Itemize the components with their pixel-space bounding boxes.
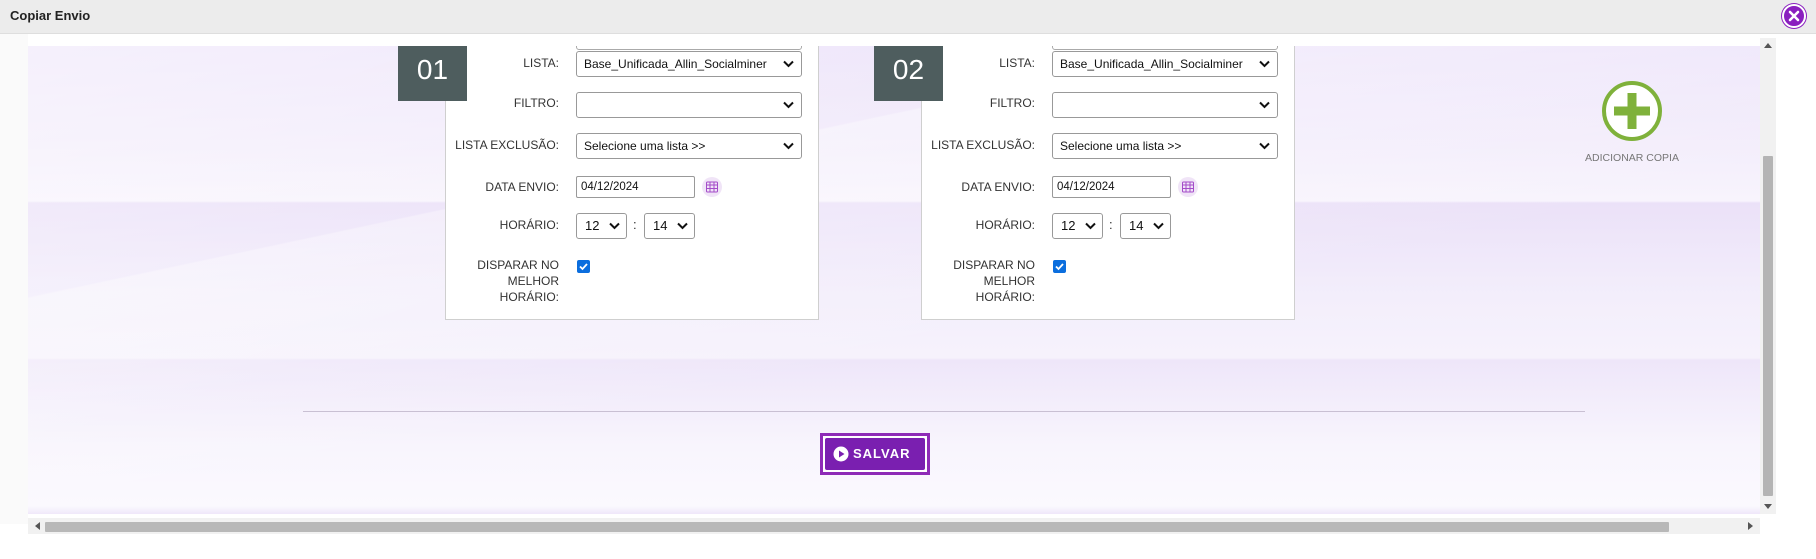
lista-exclusao-select-value: Selecione uma lista >> (1060, 139, 1182, 153)
chevron-down-icon (783, 142, 794, 150)
data-envio-input[interactable]: 04/12/2024 (576, 176, 695, 198)
copy-card-1: 01 LISTA: Base_Unificada_Allin_Socialmin… (398, 46, 819, 320)
save-button[interactable]: SALVAR (825, 438, 925, 470)
minuto-select[interactable]: 14 (1120, 213, 1171, 239)
calendar-icon (1182, 181, 1194, 193)
add-copy-label: ADICIONAR COPIA (1585, 152, 1679, 164)
calendar-button[interactable] (702, 177, 722, 197)
chevron-down-icon (783, 60, 794, 68)
dialog-content: 01 LISTA: Base_Unificada_Allin_Socialmin… (28, 46, 1760, 514)
lista-label: LISTA: (999, 56, 1035, 70)
disparar-label: DISPARAR NO MELHOR HORÁRIO: (953, 258, 1035, 304)
scroll-left-arrow-icon[interactable] (34, 522, 40, 530)
lista-exclusao-select[interactable]: Selecione uma lista >> (576, 133, 802, 159)
data-envio-label: DATA ENVIO: (961, 180, 1035, 194)
minuto-select-value: 14 (653, 218, 668, 233)
vertical-scrollbar[interactable] (1760, 38, 1776, 514)
lista-select-value: Base_Unificada_Allin_Socialminer (1060, 57, 1243, 71)
copy-number-badge: 02 (874, 46, 943, 101)
play-circle-icon (833, 446, 849, 462)
disparar-label: DISPARAR NO MELHOR HORÁRIO: (477, 258, 559, 304)
filtro-select[interactable] (1052, 92, 1278, 118)
scroll-up-arrow-icon[interactable] (1764, 42, 1772, 48)
cut-off-field (1052, 46, 1278, 50)
scroll-down-arrow-icon[interactable] (1764, 504, 1772, 510)
hora-select[interactable]: 12 (576, 213, 627, 239)
chevron-down-icon (1259, 60, 1270, 68)
horizontal-scrollbar[interactable] (28, 518, 1760, 534)
filtro-label: FILTRO: (989, 96, 1035, 110)
chevron-down-icon (677, 222, 688, 230)
chevron-down-icon (609, 222, 620, 230)
lista-select[interactable]: Base_Unificada_Allin_Socialminer (1052, 51, 1278, 77)
chevron-down-icon (1259, 142, 1270, 150)
filtro-label: FILTRO: (513, 96, 559, 110)
dialog-titlebar: Copiar Envio (0, 0, 1816, 34)
hora-select-value: 12 (1061, 218, 1076, 233)
cut-off-field (576, 46, 802, 50)
time-separator: : (1109, 217, 1113, 232)
chevron-down-icon (1085, 222, 1096, 230)
calendar-button[interactable] (1178, 177, 1198, 197)
data-envio-input[interactable]: 04/12/2024 (1052, 176, 1171, 198)
hora-select-value: 12 (585, 218, 600, 233)
minuto-select-value: 14 (1129, 218, 1144, 233)
checkmark-icon (579, 263, 588, 271)
save-button-label: SALVAR (853, 446, 911, 461)
horizontal-scroll-thumb[interactable] (45, 522, 1669, 532)
close-button[interactable] (1782, 4, 1806, 28)
add-copy-button[interactable]: ADICIONAR COPIA (1572, 80, 1692, 190)
copy-card-2: 02 LISTA: Base_Unificada_Allin_Socialmin… (874, 46, 1295, 320)
chevron-down-icon (783, 101, 794, 109)
checkmark-icon (1055, 263, 1064, 271)
lista-exclusao-label: LISTA EXCLUSÃO: (931, 138, 1035, 152)
save-button-frame[interactable]: SALVAR (820, 433, 930, 475)
lista-select[interactable]: Base_Unificada_Allin_Socialminer (576, 51, 802, 77)
disparar-checkbox[interactable] (577, 260, 590, 273)
left-gutter (0, 34, 28, 524)
horario-label: HORÁRIO: (499, 218, 559, 232)
lista-exclusao-label: LISTA EXCLUSÃO: (455, 138, 559, 152)
close-icon (1788, 10, 1800, 22)
scroll-right-arrow-icon[interactable] (1748, 522, 1754, 530)
chevron-down-icon (1259, 101, 1270, 109)
vertical-scroll-thumb[interactable] (1763, 156, 1773, 496)
calendar-icon (706, 181, 718, 193)
disparar-checkbox[interactable] (1053, 260, 1066, 273)
minuto-select[interactable]: 14 (644, 213, 695, 239)
hora-select[interactable]: 12 (1052, 213, 1103, 239)
lista-exclusao-select[interactable]: Selecione uma lista >> (1052, 133, 1278, 159)
lista-exclusao-select-value: Selecione uma lista >> (584, 139, 706, 153)
lista-label: LISTA: (523, 56, 559, 70)
lista-select-value: Base_Unificada_Allin_Socialminer (584, 57, 767, 71)
dialog-title: Copiar Envio (10, 8, 91, 23)
plus-circle-icon (1602, 81, 1662, 141)
chevron-down-icon (1153, 222, 1164, 230)
time-separator: : (633, 217, 637, 232)
divider (303, 411, 1585, 412)
filtro-select[interactable] (576, 92, 802, 118)
horario-label: HORÁRIO: (975, 218, 1035, 232)
data-envio-label: DATA ENVIO: (485, 180, 559, 194)
copy-number-badge: 01 (398, 46, 467, 101)
